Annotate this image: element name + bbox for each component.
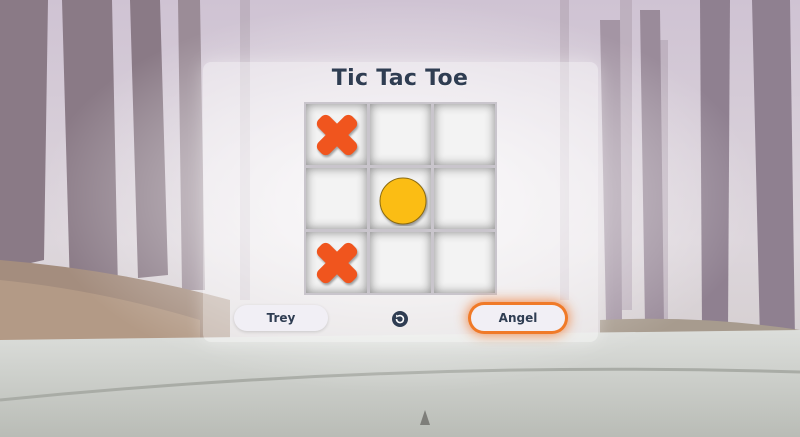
player-right-button[interactable]: Angel <box>471 305 565 331</box>
x-mark-icon <box>316 114 358 156</box>
board-cell[interactable] <box>370 104 431 165</box>
board-cell[interactable] <box>306 232 367 293</box>
board-cell[interactable] <box>306 168 367 229</box>
x-mark-icon <box>316 242 358 284</box>
reset-icon[interactable] <box>391 310 409 328</box>
board-cell[interactable] <box>434 232 495 293</box>
board-cell[interactable] <box>306 104 367 165</box>
o-mark-icon <box>379 177 427 225</box>
player-left-button[interactable]: Trey <box>234 305 328 331</box>
game-board <box>304 102 497 295</box>
board-cell[interactable] <box>370 168 431 229</box>
board-cell[interactable] <box>434 104 495 165</box>
page-title: Tic Tac Toe <box>331 66 469 91</box>
board-cell[interactable] <box>434 168 495 229</box>
board-cell[interactable] <box>370 232 431 293</box>
